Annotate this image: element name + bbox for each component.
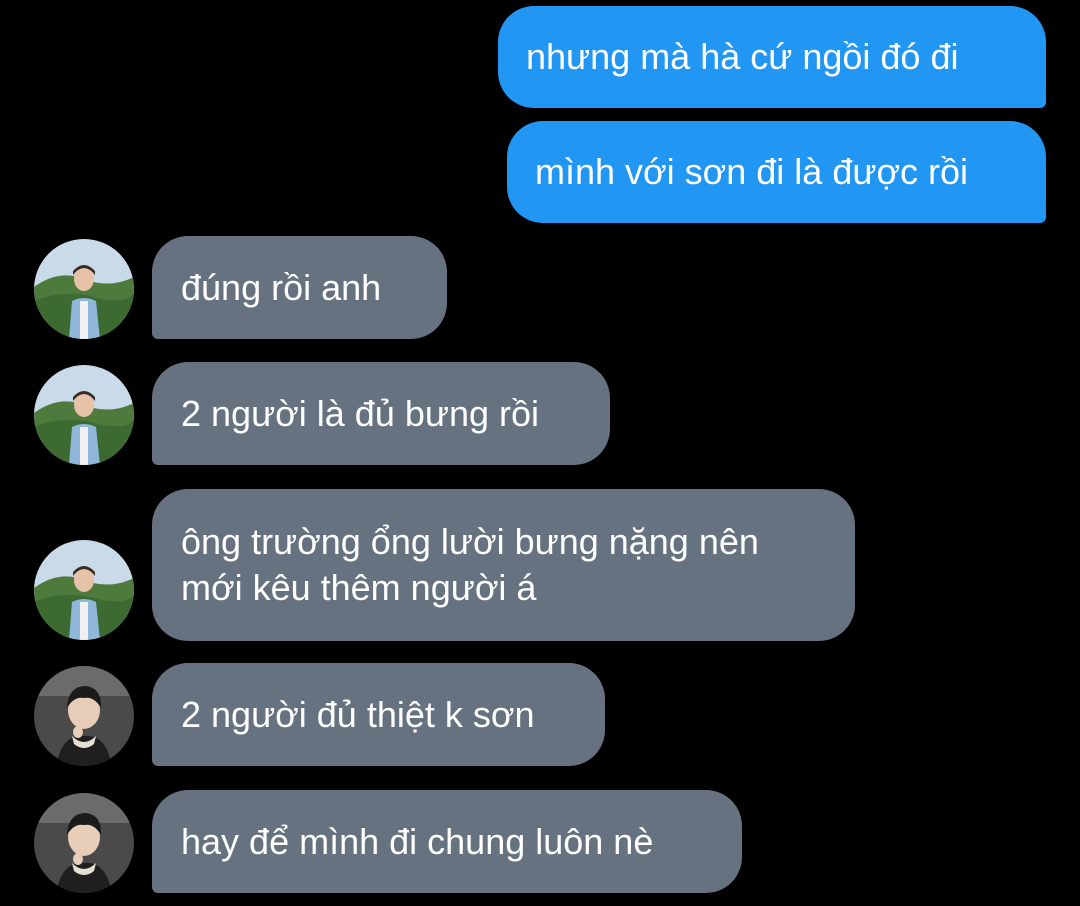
avatar-user-a[interactable] — [34, 540, 134, 640]
avatar-photo — [34, 239, 134, 339]
avatar-user-b[interactable] — [34, 793, 134, 893]
message-bubble-incoming[interactable]: ông trường ổng lười bưng nặng nên mới kê… — [152, 489, 855, 641]
message-bubble-incoming[interactable]: hay để mình đi chung luôn nè — [152, 790, 742, 893]
avatar-photo — [34, 793, 134, 893]
avatar-photo — [34, 666, 134, 766]
avatar-user-a[interactable] — [34, 239, 134, 339]
avatar-photo — [34, 540, 134, 640]
message-bubble-incoming[interactable]: 2 người đủ thiệt k sơn — [152, 663, 605, 766]
avatar-user-a[interactable] — [34, 365, 134, 465]
message-text: nhưng mà hà cứ ngồi đó đi — [526, 36, 959, 77]
message-text-line: mới kêu thêm người á — [181, 567, 537, 608]
message-bubble-outgoing[interactable]: nhưng mà hà cứ ngồi đó đi — [498, 6, 1046, 108]
message-bubble-incoming[interactable]: đúng rồi anh — [152, 236, 447, 339]
message-text: 2 người đủ thiệt k sơn — [181, 693, 535, 735]
message-bubble-outgoing[interactable]: mình với sơn đi là được rồi — [507, 121, 1046, 223]
message-text: 2 người là đủ bưng rồi — [181, 392, 540, 434]
avatar-user-b[interactable] — [34, 666, 134, 766]
message-bubble-incoming[interactable]: 2 người là đủ bưng rồi — [152, 362, 610, 465]
message-text-line: ông trường ổng lười bưng nặng nên — [181, 521, 759, 562]
message-text: mình với sơn đi là được rồi — [535, 151, 969, 192]
message-text: hay để mình đi chung luôn nè — [181, 820, 654, 862]
message-text: đúng rồi anh — [181, 266, 382, 308]
avatar-photo — [34, 365, 134, 465]
